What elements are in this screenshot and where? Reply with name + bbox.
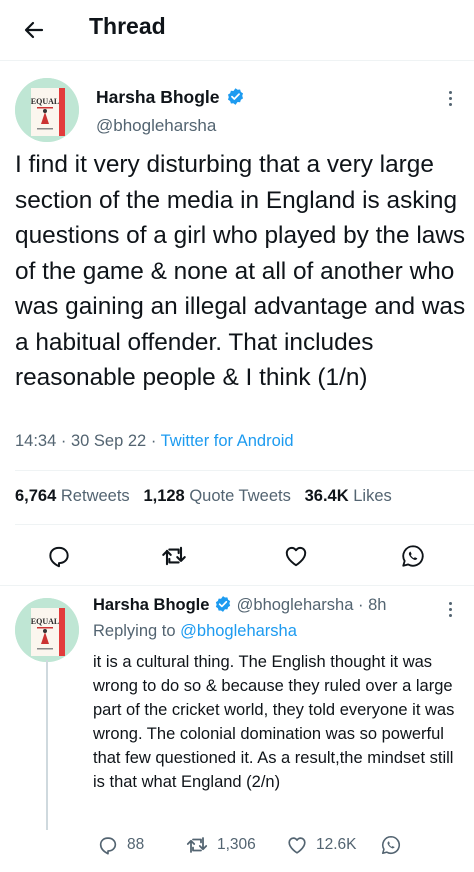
tweet-source-link[interactable]: Twitter for Android [161,432,294,450]
retweet-icon [160,546,186,570]
reply-button[interactable] [45,542,73,570]
reply-actions: 88 1,306 12.6K [93,832,473,858]
verified-badge-icon [215,596,231,613]
reply-whatsapp-share-button[interactable] [380,832,402,858]
reply-author-handle[interactable]: @bhogleharsha [237,596,354,614]
retweets-stat[interactable]: 6,764 Retweets [15,487,130,505]
whatsapp-icon [402,545,424,567]
whatsapp-share-button[interactable] [399,542,427,570]
more-icon [448,601,452,605]
reply-count: 88 [127,836,145,853]
tweet-meta: 14:34 · 30 Sep 22 · Twitter for Android [15,432,294,450]
reply-age: 8h [368,596,387,614]
reply-icon [99,837,117,855]
reply-text: it is a cultural thing. The English thou… [93,653,455,791]
replying-to-link[interactable]: @bhogleharsha [180,622,297,640]
reply-more-button[interactable] [440,597,460,621]
likes-stat[interactable]: 36.4K Likes [305,487,392,505]
stats-divider [15,524,474,525]
reply-icon [49,546,69,568]
whatsapp-icon [381,835,400,855]
tweet-actions [0,540,474,574]
reply-header: Harsha Bhogle @bhogleharsha · 8h [93,596,387,614]
top-bar: Thread [0,0,474,58]
tweet-time: 14:34 [15,432,57,450]
page-title: Thread [89,13,166,39]
quote-tweets-stat[interactable]: 1,128 Quote Tweets [143,487,290,505]
retweet-icon [186,837,208,853]
author-name[interactable]: Harsha Bhogle [96,87,245,108]
like-icon [285,546,307,567]
reply-author-name[interactable]: Harsha Bhogle [93,596,209,614]
meta-divider [15,470,474,471]
reply-retweet-button[interactable]: 1,306 [185,832,256,858]
like-icon [288,837,306,854]
actions-divider [0,585,474,586]
verified-badge-icon [228,88,244,106]
retweet-button[interactable] [160,542,188,570]
author-handle[interactable]: @bhogleharsha [96,116,216,136]
retweet-count: 1,306 [217,836,256,853]
back-arrow-icon [24,21,44,39]
reply-avatar[interactable]: EQUAL [15,598,79,662]
avatar-book-title: EQUAL [31,97,59,106]
thread-connector-line [46,660,48,830]
back-button[interactable] [20,16,48,44]
reply-reply-button[interactable]: 88 [97,832,144,858]
header-divider [0,60,474,61]
tweet-stats: 6,764 Retweets 1,128 Quote Tweets 36.4K … [15,487,392,506]
like-count: 12.6K [316,836,357,853]
reply-like-button[interactable]: 12.6K [286,832,357,858]
replying-to: Replying to @bhogleharsha [93,622,297,640]
more-icon [448,90,452,94]
tweet-date: 30 Sep 22 [70,432,147,450]
reply-avatar-book-title: EQUAL [31,617,59,626]
tweet-text: I find it very disturbing that a very la… [15,151,466,391]
more-button[interactable] [440,86,460,110]
avatar[interactable]: EQUAL [15,78,79,142]
like-button[interactable] [282,542,310,570]
